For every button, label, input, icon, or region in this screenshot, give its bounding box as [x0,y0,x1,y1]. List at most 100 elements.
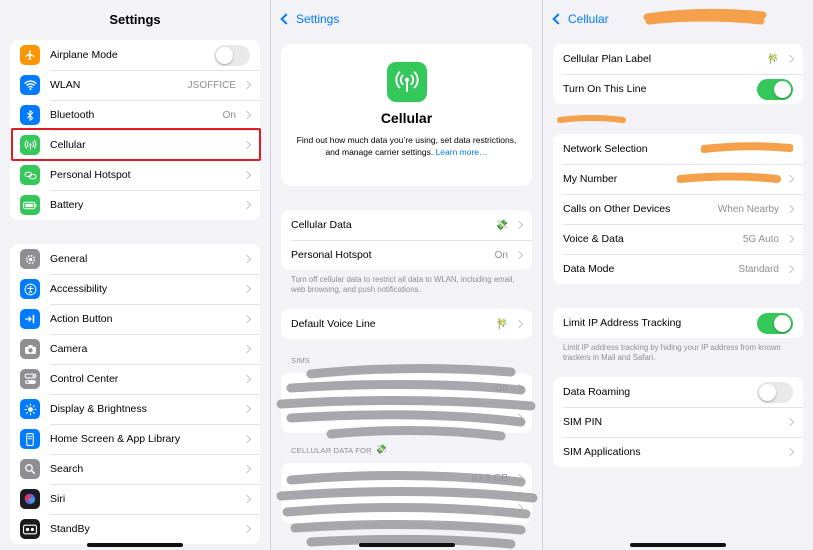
row-sim-applications[interactable]: SIM Applications [553,437,803,467]
back-button[interactable]: Settings [271,10,339,26]
default-voice-line-group: Default Voice Line 🎋 [281,309,532,339]
chevron-right-icon [242,434,252,444]
row-label: Display & Brightness [50,403,147,415]
row-label: Control Center [50,373,119,385]
row-label: Network Selection [563,143,648,155]
chevron-right-icon [785,447,795,457]
row-label: Voice & Data [563,233,624,245]
cellular-data-group: Cellular Data 💸 Personal Hotspot On [281,210,532,270]
row-label: Cellular [50,139,86,151]
sun-icon [20,399,40,419]
row-calls-other-devices[interactable]: Calls on Other Devices When Nearby [553,194,803,224]
roaming-sim-group: Data Roaming SIM PIN SIM Applications [553,377,803,467]
chevron-right-icon [514,220,524,230]
chevron-right-icon [514,319,524,329]
row-home-screen[interactable]: Home Screen & App Library [10,424,260,454]
hero-description: Find out how much data you’re using, set… [281,134,532,158]
row-action-button[interactable]: Action Button [10,304,260,334]
row-cellular-data[interactable]: Cellular Data 💸 [281,210,532,240]
home-indicator[interactable] [358,543,455,547]
chevron-right-icon [242,464,252,474]
limit-ip-footer: Limit IP address tracking by hiding your… [563,343,781,362]
row-camera[interactable]: Camera [10,334,260,364]
plant-emoji-icon: 🎋 [766,53,779,65]
chevron-right-icon [785,204,795,214]
redaction-mark-title [643,8,767,25]
row-voice-data[interactable]: Voice & Data 5G Auto [553,224,803,254]
row-wlan[interactable]: WLAN JSOFFICE [10,70,260,100]
row-data-roaming[interactable]: Data Roaming [553,377,803,407]
redaction-mark [677,172,781,183]
row-my-number[interactable]: My Number [553,164,803,194]
limit-ip-group: Limit IP Address Tracking [553,308,803,338]
chevron-right-icon [242,494,252,504]
home-indicator[interactable] [630,543,726,547]
learn-more-link[interactable]: Learn more… [436,147,488,157]
data-roaming-toggle[interactable] [757,381,793,403]
row-limit-ip-tracking[interactable]: Limit IP Address Tracking [553,308,803,338]
row-airplane-mode[interactable]: Airplane Mode [10,40,260,70]
row-label: Search [50,463,84,475]
chevron-right-icon [242,314,252,324]
cellular-nav-bar: Settings [271,0,542,36]
redaction-mark [701,142,793,153]
row-battery[interactable]: Battery [10,190,260,220]
cellular-pane: Settings Cellular Find out how much data… [270,0,542,550]
row-general[interactable]: General [10,244,260,274]
chevron-right-icon [242,254,252,264]
chevron-right-icon [785,174,795,184]
home-screen-icon [20,429,40,449]
chevron-right-icon [242,170,252,180]
row-label: General [50,253,88,265]
row-personal-hotspot[interactable]: Personal Hotspot [10,160,260,190]
airplane-mode-toggle[interactable] [214,44,250,66]
row-value: On [222,109,236,121]
row-label: Data Mode [563,263,615,275]
row-turn-on-line[interactable]: Turn On This Line [553,74,803,104]
screens: Settings Airplane Mode WLAN JSOFFICE Blu… [0,0,813,550]
row-label: Personal Hotspot [50,169,131,181]
row-siri[interactable]: Siri [10,484,260,514]
settings-group-general: General Accessibility Action Button Came… [10,244,260,544]
chevron-right-icon [785,417,795,427]
camera-icon [20,339,40,359]
row-display-brightness[interactable]: Display & Brightness [10,394,260,424]
turn-on-line-toggle[interactable] [757,78,793,100]
row-cellular-plan-label[interactable]: Cellular Plan Label 🎋 [553,44,803,74]
row-label: Battery [50,199,84,211]
redaction-scribble [276,363,538,549]
row-search[interactable]: Search [10,454,260,484]
row-personal-hotspot[interactable]: Personal Hotspot On [281,240,532,270]
row-label: Cellular Data [291,219,352,231]
row-label: Default Voice Line [291,318,376,330]
row-label: Action Button [50,313,113,325]
row-value: On [494,249,508,261]
home-indicator[interactable] [87,543,183,547]
row-standby[interactable]: StandBy [10,514,260,544]
hero-title: Cellular [380,110,433,126]
limit-ip-toggle[interactable] [757,312,793,334]
row-network-selection[interactable]: Network Selection [553,134,803,164]
row-label: SIM PIN [563,416,603,428]
row-value: 5G Auto [742,233,779,245]
row-bluetooth[interactable]: Bluetooth On [10,100,260,130]
chevron-left-icon [280,13,292,25]
row-label: Data Roaming [563,386,631,398]
airplane-icon [20,45,40,65]
row-label: Camera [50,343,88,355]
row-cellular[interactable]: Cellular [10,130,260,160]
bluetooth-icon [20,105,40,125]
chevron-right-icon [785,234,795,244]
siri-icon [20,489,40,509]
chevron-right-icon [242,374,252,384]
chevron-left-icon [552,13,564,25]
row-label: Siri [50,493,66,505]
back-button[interactable]: Cellular [543,10,609,26]
row-accessibility[interactable]: Accessibility [10,274,260,304]
switches-icon [20,369,40,389]
row-control-center[interactable]: Control Center [10,364,260,394]
row-data-mode[interactable]: Data Mode Standard [553,254,803,284]
chevron-right-icon [242,110,252,120]
row-sim-pin[interactable]: SIM PIN [553,407,803,437]
row-default-voice-line[interactable]: Default Voice Line 🎋 [281,309,532,339]
